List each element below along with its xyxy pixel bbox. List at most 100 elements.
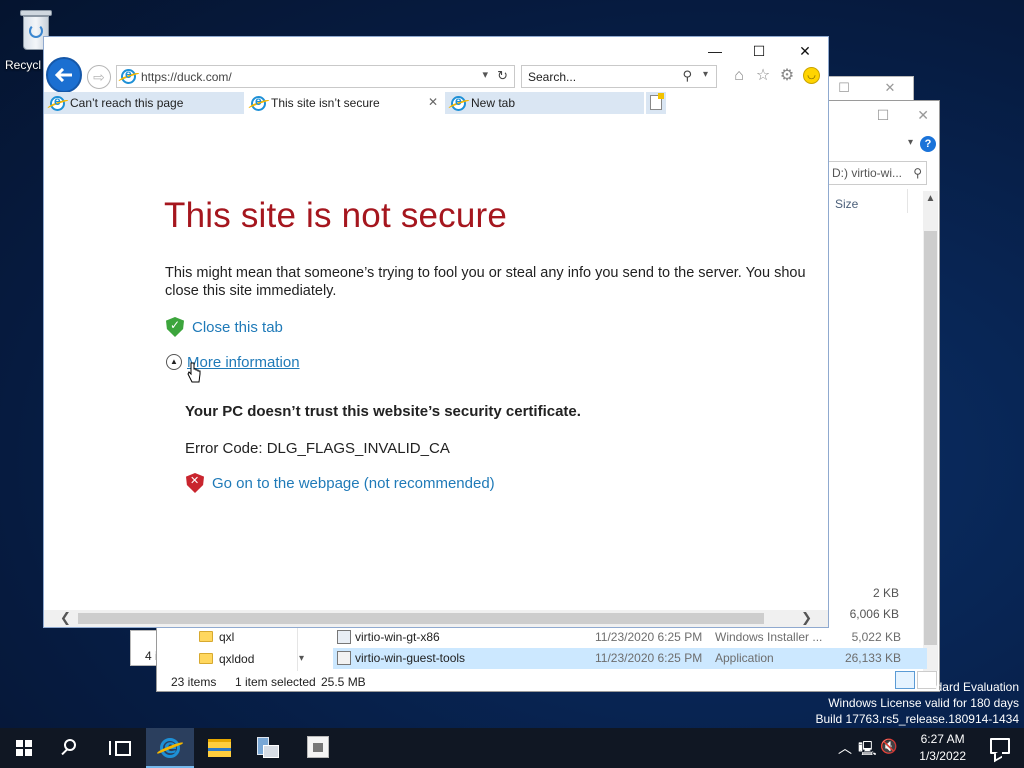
forward-button[interactable]: ⇨: [87, 65, 111, 89]
status-item-count: 23 items: [171, 675, 217, 689]
back-arrow-icon: [55, 68, 72, 82]
status-selected-count: 1 item selected: [235, 675, 316, 689]
scroll-up-icon[interactable]: ▲: [923, 193, 938, 204]
clock[interactable]: 6:27 AM 1/3/2022: [919, 731, 966, 765]
search-icon: [64, 739, 76, 751]
internet-explorer-window: — ☐ ✕ ⇨ https://duck.com/ ▾ ↻ ⚲ ▾ ⌂ ☆ ⚙ …: [43, 36, 829, 628]
address-dropdown-icon[interactable]: ▾: [482, 68, 488, 81]
favorites-star-icon[interactable]: ☆: [754, 67, 772, 85]
address-bar[interactable]: https://duck.com/ ▾ ↻: [116, 65, 515, 88]
tab-not-secure[interactable]: This site isn’t secure ✕: [245, 92, 445, 114]
task-view-icon: [109, 741, 131, 756]
file-size-cell: 2 KB: [872, 586, 899, 600]
help-icon[interactable]: ?: [920, 136, 936, 152]
maximize-icon[interactable]: ☐: [877, 107, 890, 124]
ie-tab-icon: [251, 94, 266, 111]
close-icon[interactable]: ✕: [917, 107, 929, 124]
taskbar-server-manager-button[interactable]: [244, 728, 292, 768]
vertical-scrollbar[interactable]: ▲ ▼: [923, 191, 938, 685]
show-hidden-icons-chevron-icon[interactable]: ︿: [838, 738, 852, 758]
tab-cant-reach[interactable]: Can’t reach this page: [44, 92, 245, 114]
taskbar-file-explorer-button[interactable]: [196, 728, 244, 768]
refresh-icon[interactable]: ↻: [497, 68, 508, 84]
page-content: This site is not secure This might mean …: [44, 114, 828, 614]
volume-muted-icon[interactable]: 🔇: [880, 738, 897, 755]
pane-divider[interactable]: [297, 627, 298, 671]
taskbar-search-button[interactable]: [48, 728, 96, 768]
installer-icon: [337, 630, 351, 644]
ie-tab-icon: [50, 94, 65, 111]
scroll-left-icon[interactable]: ❮: [60, 610, 71, 626]
certificate-message: Your PC doesn’t trust this website’s sec…: [185, 403, 581, 420]
error-description-cont: close this site immediately.: [165, 283, 337, 299]
task-view-button[interactable]: [96, 728, 144, 768]
shield-check-icon: [166, 317, 184, 337]
ie-page-icon: [121, 67, 136, 84]
column-divider[interactable]: [907, 189, 908, 213]
page-title: This site is not secure: [164, 196, 508, 235]
home-icon[interactable]: ⌂: [730, 67, 748, 85]
close-icon[interactable]: ✕: [883, 81, 897, 95]
new-tab-button[interactable]: [646, 92, 666, 114]
close-icon[interactable]: ✕: [782, 43, 828, 59]
ie-search-box[interactable]: ⚲ ▾: [521, 65, 717, 88]
file-explorer-icon: [208, 739, 231, 757]
nav-folder-qxl[interactable]: qxl: [197, 627, 307, 648]
error-code: Error Code: DLG_FLAGS_INVALID_CA: [185, 440, 450, 457]
action-center-icon[interactable]: [990, 738, 1010, 754]
scroll-thumb[interactable]: [924, 231, 937, 645]
scroll-thumb[interactable]: [78, 613, 764, 624]
folder-icon: [199, 631, 213, 642]
file-size-cell: 6,006 KB: [849, 607, 899, 621]
horizontal-scrollbar[interactable]: ❮ ❯: [44, 610, 828, 627]
file-row[interactable]: virtio-win-gt-x86 11/23/2020 6:25 PM Win…: [333, 627, 927, 648]
application-icon: [337, 651, 351, 665]
start-button[interactable]: [0, 728, 48, 768]
file-row-selected[interactable]: virtio-win-guest-tools 11/23/2020 6:25 P…: [333, 648, 927, 669]
clock-date: 1/3/2022: [919, 749, 966, 763]
explorer-search-input[interactable]: D:) virtio-wi... ⚲: [827, 161, 927, 185]
ie-search-input[interactable]: [522, 66, 672, 87]
settings-gear-icon[interactable]: ⚙: [778, 67, 796, 85]
search-icon[interactable]: ⚲: [682, 68, 692, 84]
feedback-smiley-icon[interactable]: ◡: [803, 67, 820, 84]
scroll-right-icon[interactable]: ❯: [801, 610, 812, 626]
windows-logo-icon: [16, 740, 32, 756]
clock-time: 6:27 AM: [920, 732, 965, 746]
network-icon[interactable]: 🖳: [858, 738, 877, 762]
taskbar-app-button[interactable]: [294, 728, 342, 768]
search-dropdown-icon[interactable]: ▾: [703, 69, 708, 80]
tab-close-icon[interactable]: ✕: [428, 95, 438, 109]
error-description: This might mean that someone’s trying to…: [165, 265, 806, 281]
windows-watermark: dard Evaluation Windows License valid fo…: [815, 680, 1020, 726]
file-sizes-column: 2 KB 6,006 KB: [850, 583, 899, 625]
new-tab-icon: [650, 93, 664, 110]
ribbon-expand-icon[interactable]: ▾: [908, 137, 913, 148]
maximize-icon[interactable]: ☐: [837, 81, 851, 95]
ie-tab-icon: [451, 94, 466, 111]
system-tray: ︿ 🖳 🔇 6:27 AM 1/3/2022: [824, 728, 1024, 768]
taskbar: e ︿ 🖳 🔇 6:27 AM 1/3/2022: [0, 728, 1024, 768]
collapse-arrow-icon[interactable]: ▲: [166, 354, 182, 370]
column-header-size[interactable]: Size: [835, 197, 858, 211]
server-manager-icon: [257, 737, 279, 759]
more-information-link[interactable]: ▲ More information: [166, 354, 300, 371]
minimize-icon[interactable]: —: [692, 43, 738, 59]
shield-x-icon: [186, 473, 204, 493]
maximize-icon[interactable]: ☐: [736, 43, 782, 59]
folder-icon: [199, 653, 213, 664]
application-icon: [307, 736, 329, 758]
ie-toolbar: — ☐ ✕ ⇨ https://duck.com/ ▾ ↻ ⚲ ▾ ⌂ ☆ ⚙ …: [44, 37, 828, 114]
tab-new-tab[interactable]: New tab: [445, 92, 645, 114]
search-icon: ⚲: [913, 166, 922, 180]
recycle-bin-label: Recycl: [4, 58, 41, 72]
nav-folder-qxldod[interactable]: qxldod: [197, 649, 307, 670]
close-tab-link[interactable]: Close this tab: [166, 317, 283, 337]
go-on-to-webpage-link[interactable]: Go on to the webpage (not recommended): [186, 473, 495, 493]
internet-explorer-icon: e: [156, 736, 184, 760]
back-button[interactable]: [46, 57, 82, 93]
taskbar-ie-button[interactable]: e: [146, 728, 194, 768]
nav-scroll-down-icon[interactable]: ▾: [299, 653, 304, 664]
address-url[interactable]: https://duck.com/: [141, 70, 232, 84]
status-selected-size: 25.5 MB: [321, 675, 366, 689]
